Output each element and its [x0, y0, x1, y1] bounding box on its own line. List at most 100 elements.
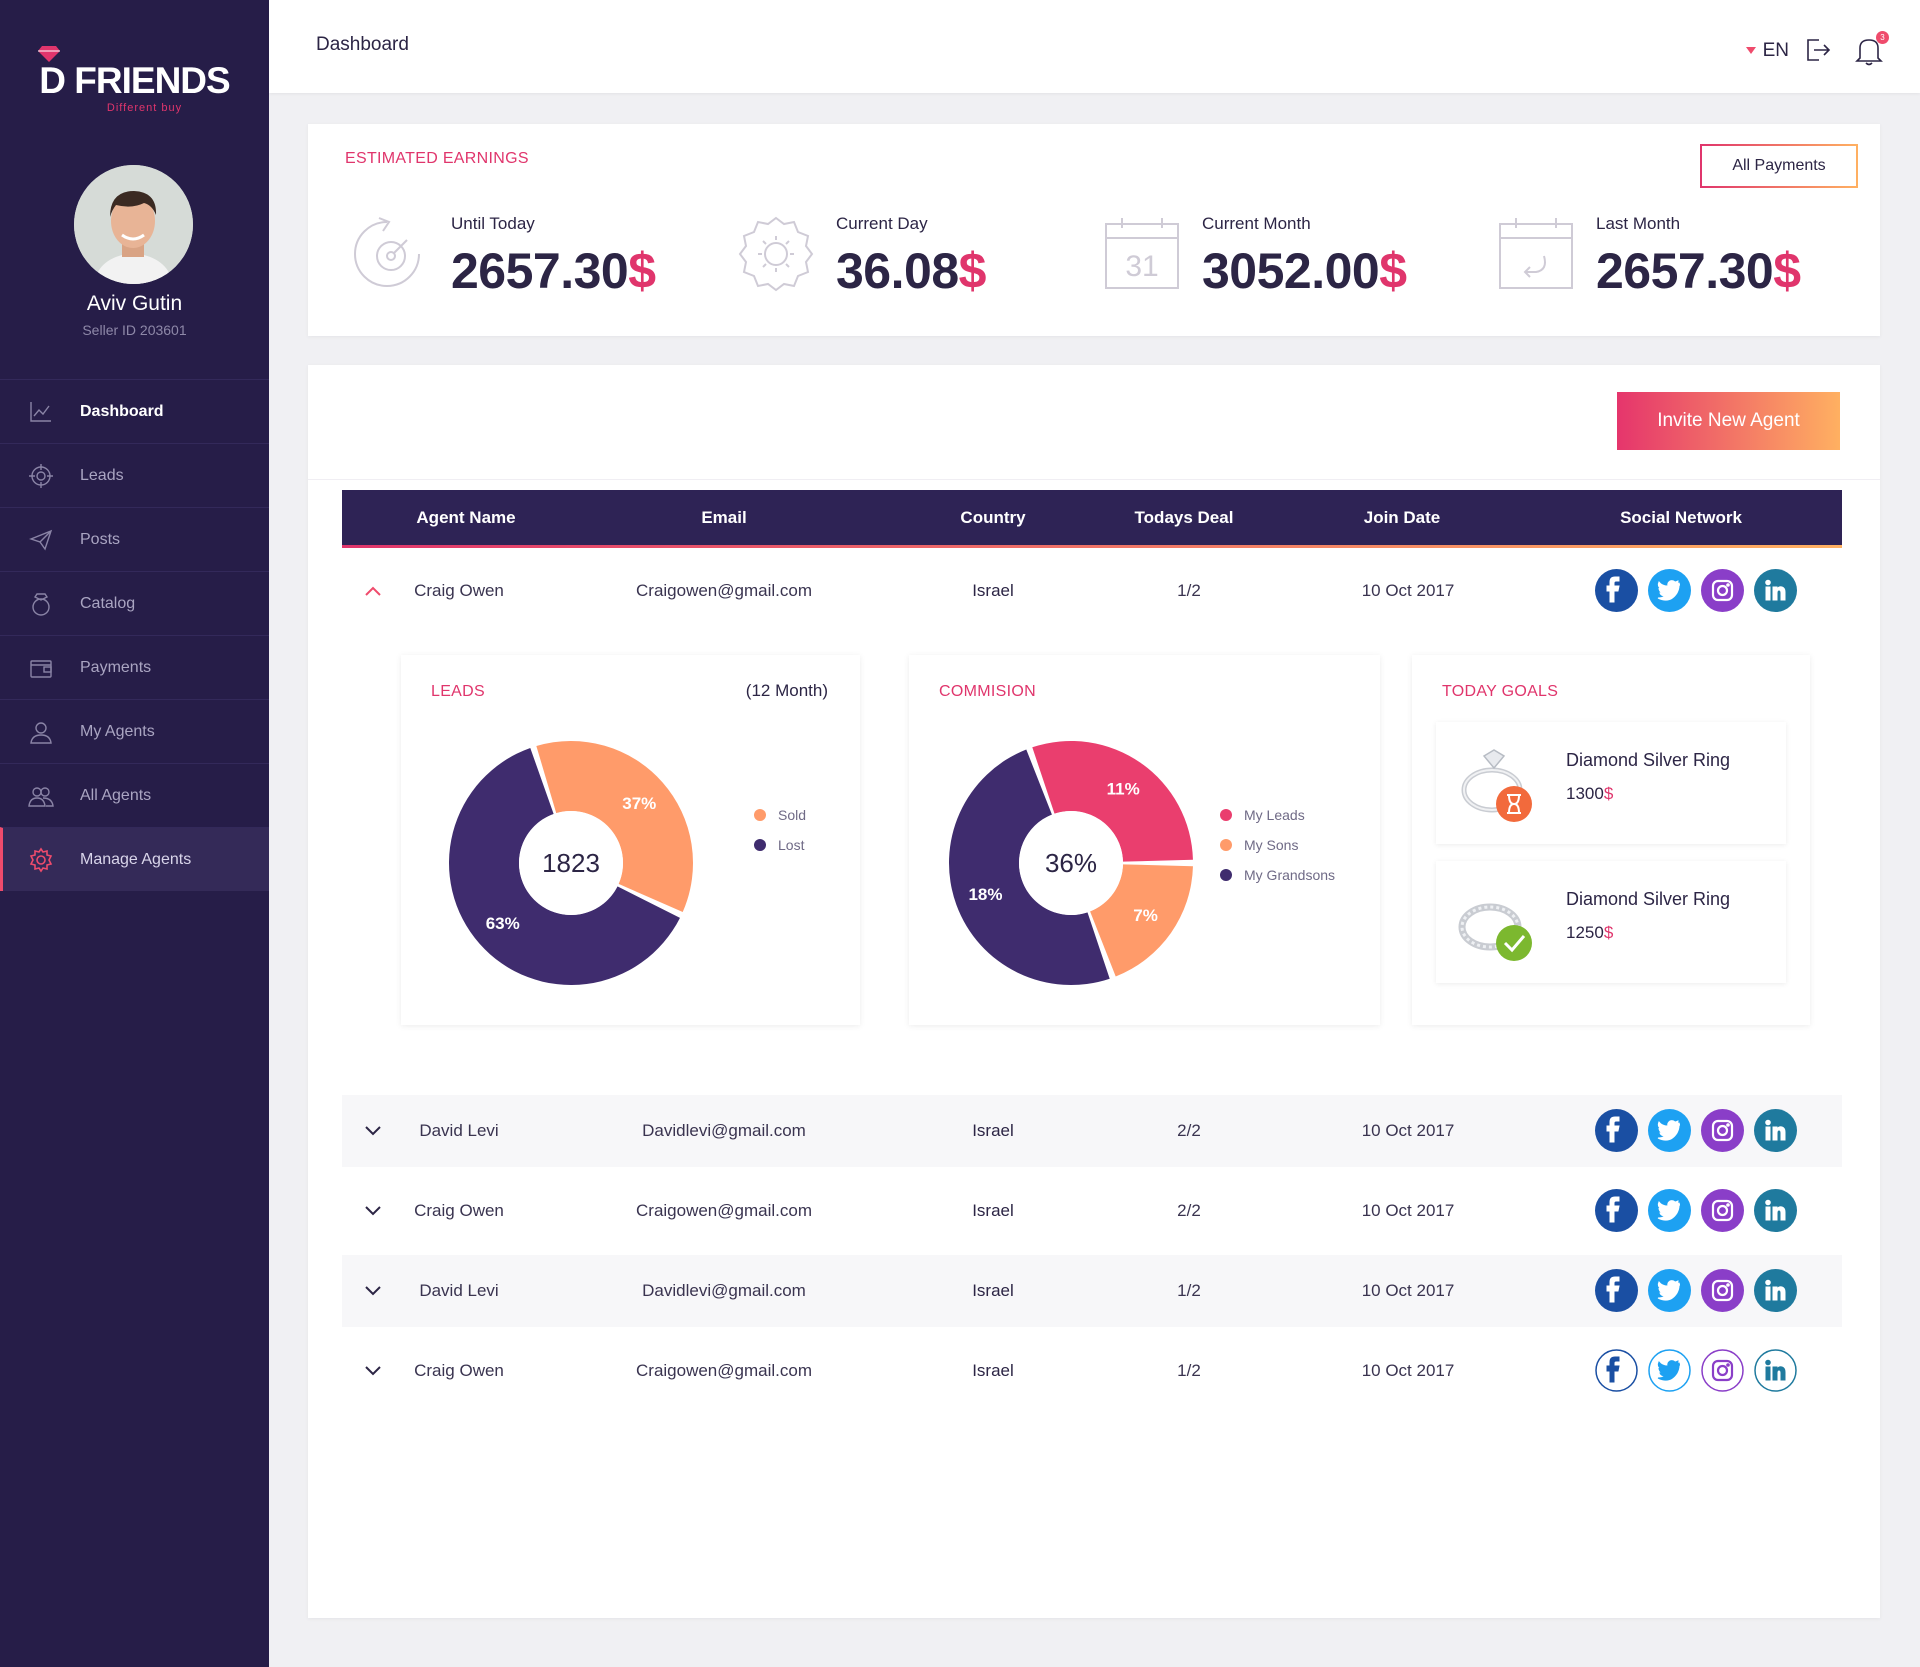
seller-id: Seller ID 203601: [82, 322, 187, 338]
panel-title: COMMISION: [939, 683, 1036, 700]
linkedin-icon[interactable]: [1754, 569, 1797, 612]
notification-badge: 3: [1876, 31, 1889, 44]
sidebar-item-payments[interactable]: Payments: [0, 635, 269, 699]
goal-item[interactable]: Diamond Silver Ring 1250$: [1436, 861, 1786, 983]
twitter-icon[interactable]: [1648, 1109, 1691, 1152]
facebook-icon[interactable]: [1595, 1269, 1638, 1312]
linkedin-icon[interactable]: [1754, 1269, 1797, 1312]
legend-item: Lost: [754, 830, 806, 860]
table-row[interactable]: Craig Owen Craigowen@gmail.com Israel 2/…: [342, 1175, 1842, 1247]
facebook-icon[interactable]: [1595, 1189, 1638, 1232]
diamond-icon: [38, 46, 60, 62]
svg-text:31: 31: [1125, 250, 1158, 283]
sidebar: D FRIENDS Different buy Aviv Gutin Selle…: [0, 0, 269, 1667]
gear-icon: [29, 847, 53, 872]
agent-name: David Levi: [419, 1121, 499, 1140]
chevron-down-icon[interactable]: [364, 1122, 382, 1140]
sidebar-item-leads[interactable]: Leads: [0, 443, 269, 507]
calendar-return-icon: [1499, 218, 1573, 289]
ring-image: [1461, 749, 1532, 822]
donut-slice-label: 7%: [1133, 906, 1158, 925]
column-header[interactable]: Social Network: [1620, 508, 1742, 528]
agent-country: Israel: [972, 1281, 1014, 1300]
chevron-down-icon[interactable]: [364, 1282, 382, 1300]
language-selector[interactable]: EN: [1745, 40, 1789, 62]
facebook-icon[interactable]: [1595, 1109, 1638, 1152]
linkedin-icon[interactable]: [1754, 1349, 1797, 1392]
column-header[interactable]: Todays Deal: [1135, 508, 1234, 528]
agent-name: Craig Owen: [414, 581, 504, 600]
chevron-down-icon[interactable]: [364, 1202, 382, 1220]
user-name: Aviv Gutin: [86, 292, 183, 315]
linkedin-icon[interactable]: [1754, 1189, 1797, 1232]
agent-deal: 1/2: [1177, 1361, 1201, 1380]
goal-name: Diamond Silver Ring: [1566, 750, 1731, 770]
agent-email: Craigowen@gmail.com: [636, 1361, 812, 1380]
twitter-icon[interactable]: [1648, 569, 1691, 612]
earnings-title: ESTIMATED EARNINGS: [345, 150, 529, 167]
leads-panel: LEADS (12 Month) 37% 63% 1823 Sold Lost: [401, 655, 860, 1025]
chevron-up-icon[interactable]: [364, 582, 382, 600]
instagram-icon[interactable]: [1701, 1269, 1744, 1312]
table-row[interactable]: Craig Owen Craigowen@gmail.com Israel 1/…: [342, 555, 1842, 627]
column-header[interactable]: Agent Name: [416, 508, 515, 528]
legend-item: My Grandsons: [1220, 860, 1335, 890]
facebook-icon[interactable]: [1595, 1349, 1638, 1392]
agent-deal: 1/2: [1177, 581, 1201, 600]
top-header: Dashboard EN 3: [269, 0, 1920, 93]
legend-item: My Sons: [1220, 830, 1335, 860]
sidebar-item-label: Leads: [80, 466, 124, 484]
logout-icon[interactable]: [1804, 36, 1832, 64]
leads-donut-chart: 37% 63% 1823: [448, 741, 693, 985]
twitter-icon[interactable]: [1648, 1189, 1691, 1232]
social-links: [1595, 1189, 1811, 1233]
stat-value: 2657.30$: [1596, 243, 1801, 299]
panel-title: LEADS: [431, 683, 485, 700]
twitter-icon[interactable]: [1648, 1269, 1691, 1312]
table-header: Agent Name Email Country Todays Deal Joi…: [342, 490, 1842, 548]
agent-join-date: 10 Oct 2017: [1361, 581, 1455, 600]
column-header[interactable]: Country: [960, 508, 1025, 528]
goal-name: Diamond Silver Ring: [1566, 889, 1731, 909]
agent-join-date: 10 Oct 2017: [1361, 1121, 1455, 1140]
instagram-icon[interactable]: [1701, 1189, 1744, 1232]
paper-plane-icon: [28, 529, 53, 551]
column-header[interactable]: Email: [701, 508, 746, 528]
commission-legend: My Leads My Sons My Grandsons: [1220, 800, 1335, 890]
linkedin-icon[interactable]: [1754, 1109, 1797, 1152]
table-row[interactable]: Craig Owen Craigowen@gmail.com Israel 1/…: [342, 1335, 1842, 1407]
instagram-icon[interactable]: [1701, 1349, 1744, 1392]
wallet-icon: [30, 659, 52, 678]
brand-tagline: Different buy: [106, 102, 183, 114]
sidebar-item-my-agents[interactable]: My Agents: [0, 699, 269, 763]
sidebar-item-catalog[interactable]: Catalog: [0, 571, 269, 635]
stat-value: 2657.30$: [451, 243, 656, 299]
commission-donut-chart: 11% 7% 18% 36%: [949, 741, 1193, 985]
all-payments-button[interactable]: All Payments: [1700, 144, 1858, 188]
twitter-icon[interactable]: [1648, 1349, 1691, 1392]
goal-item[interactable]: Diamond Silver Ring 1300$: [1436, 722, 1786, 844]
legend-dot: [1220, 869, 1232, 881]
agent-country: Israel: [972, 1121, 1014, 1140]
column-header[interactable]: Join Date: [1364, 508, 1441, 528]
sidebar-item-manage-agents[interactable]: Manage Agents: [0, 827, 269, 891]
invite-new-agent-button[interactable]: Invite New Agent: [1617, 392, 1840, 450]
stat-label: Current Day: [836, 214, 928, 233]
legend-item: Sold: [754, 800, 806, 830]
sidebar-item-all-agents[interactable]: All Agents: [0, 763, 269, 827]
agent-email: Craigowen@gmail.com: [636, 1201, 812, 1220]
sidebar-item-posts[interactable]: Posts: [0, 507, 269, 571]
donut-center-value: 36%: [1045, 848, 1097, 878]
language-label: EN: [1762, 40, 1789, 61]
legend-dot: [754, 809, 766, 821]
table-row[interactable]: David Levi Davidlevi@gmail.com Israel 1/…: [342, 1255, 1842, 1327]
instagram-icon[interactable]: [1701, 1109, 1744, 1152]
avatar[interactable]: [74, 165, 193, 284]
facebook-icon[interactable]: [1595, 569, 1638, 612]
instagram-icon[interactable]: [1701, 569, 1744, 612]
social-links: [1595, 1269, 1811, 1313]
brand-logo[interactable]: D FRIENDS Different buy: [0, 40, 269, 114]
table-row[interactable]: David Levi Davidlevi@gmail.com Israel 2/…: [342, 1095, 1842, 1167]
sidebar-item-dashboard[interactable]: Dashboard: [0, 379, 269, 443]
chevron-down-icon[interactable]: [364, 1362, 382, 1380]
